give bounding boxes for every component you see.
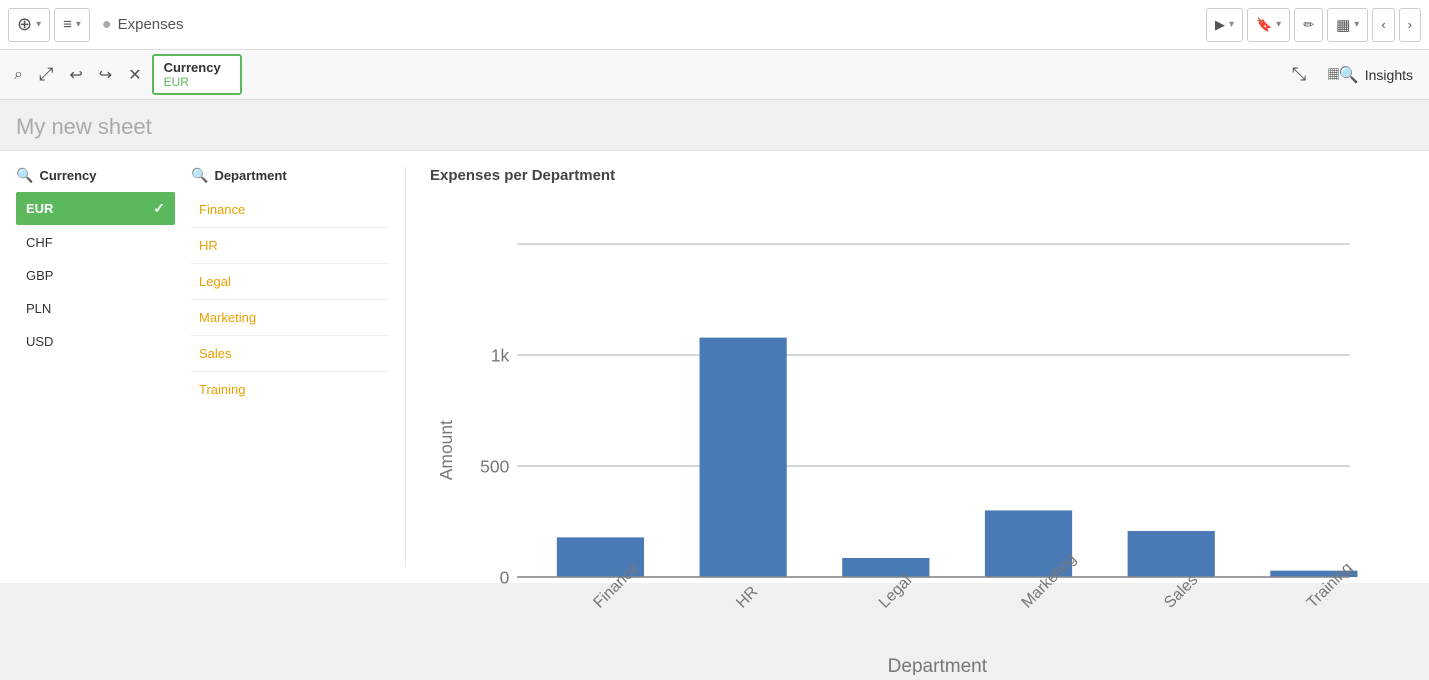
currency-label: EUR — [26, 201, 53, 216]
compass-icon: ⊕ — [17, 14, 32, 35]
nav-menu-button[interactable]: ≡ ▾ — [54, 8, 90, 42]
svg-text:1k: 1k — [491, 345, 510, 365]
filter-bar-left: ⌕ ⤢ ↩ ↪ ✕ Currency EUR — [8, 50, 1282, 99]
currency-label: USD — [26, 334, 53, 349]
smart-search-icon: ⌕ — [14, 66, 23, 83]
insights-label: Insights — [1365, 67, 1413, 83]
sheet-title-area: My new sheet — [0, 100, 1429, 151]
sheet-title: My new sheet — [16, 114, 152, 139]
nav-forward-button[interactable]: › — [1399, 8, 1421, 42]
department-label: Legal — [199, 274, 231, 289]
currency-search-icon: 🔍 — [16, 167, 33, 184]
edit-button[interactable]: ✏ — [1294, 8, 1323, 42]
top-toolbar: ⊕ ▾ ≡ ▾ ● Expenses ▶ ▾ 🔖 ▾ ✏ ▦ ▾ ‹ — [0, 0, 1429, 50]
filter-bar: ⌕ ⤢ ↩ ↪ ✕ Currency EUR ⤡ 𝄜🔍 Insights — [0, 50, 1429, 100]
department-item-hr[interactable]: HR — [191, 228, 389, 264]
present-button[interactable]: ▶ ▾ — [1206, 8, 1243, 42]
chart-type-chevron: ▾ — [1354, 19, 1359, 30]
app-icon: ● — [102, 16, 112, 34]
present-chevron: ▾ — [1229, 19, 1234, 30]
department-label: HR — [199, 238, 218, 253]
undo-icon: ↩ — [69, 67, 82, 84]
nav-menu-chevron: ▾ — [76, 19, 81, 30]
redo-button[interactable]: ↪ — [93, 61, 118, 89]
currency-panel-title: Currency — [39, 168, 96, 183]
department-label: Finance — [199, 202, 245, 217]
department-item-legal[interactable]: Legal — [191, 264, 389, 300]
bar-legal[interactable] — [842, 558, 929, 577]
currency-item-gbp[interactable]: GBP — [16, 260, 175, 291]
insights-icon: 𝄜🔍 — [1328, 65, 1359, 85]
svg-text:Amount: Amount — [436, 420, 456, 480]
department-search-icon: 🔍 — [191, 167, 208, 184]
present-icon: ▶ — [1215, 17, 1225, 33]
list-icon: ≡ — [63, 16, 72, 33]
check-icon: ✓ — [153, 200, 165, 217]
lasso-icon: ⤢ — [39, 64, 53, 84]
bar-hr[interactable] — [700, 338, 787, 577]
currency-item-pln[interactable]: PLN — [16, 293, 175, 324]
insights-button[interactable]: 𝄜🔍 Insights — [1320, 61, 1421, 89]
chart-container: Amount 0 500 1k — [430, 194, 1413, 675]
app-menu-chevron: ▾ — [36, 19, 41, 30]
department-panel: 🔍 Department Finance HR Legal Marketing Sale… — [191, 167, 406, 567]
currency-filter-chip[interactable]: Currency EUR — [152, 54, 242, 95]
nav-back-button[interactable]: ‹ — [1372, 8, 1394, 42]
department-item-training[interactable]: Training — [191, 372, 389, 407]
bookmark-chevron: ▾ — [1276, 19, 1281, 30]
chip-label: Currency — [164, 60, 230, 75]
redo-icon: ↪ — [99, 67, 112, 84]
smart-search-button[interactable]: ⌕ — [8, 62, 29, 88]
bar-sales[interactable] — [1128, 531, 1215, 577]
department-label: Sales — [199, 346, 232, 361]
currency-panel-header: 🔍 Currency — [16, 167, 175, 184]
filter-bar-right: ⤡ 𝄜🔍 Insights — [1286, 50, 1421, 99]
department-label: Training — [199, 382, 245, 397]
clear-icon: ✕ — [128, 67, 141, 84]
department-item-sales[interactable]: Sales — [191, 336, 389, 372]
svg-text:Legal: Legal — [876, 572, 915, 611]
bookmark-button[interactable]: 🔖 ▾ — [1247, 8, 1290, 42]
currency-item-eur[interactable]: EUR ✓ — [16, 192, 175, 225]
currency-label: CHF — [26, 235, 53, 250]
fullscreen-icon: ⤡ — [1292, 64, 1306, 84]
chart-icon: ▦ — [1336, 16, 1350, 34]
currency-item-chf[interactable]: CHF — [16, 227, 175, 258]
svg-text:500: 500 — [480, 456, 509, 476]
forward-icon: › — [1408, 17, 1412, 32]
lasso-button[interactable]: ⤢ — [33, 60, 59, 89]
undo-button[interactable]: ↩ — [63, 61, 88, 89]
department-label: Marketing — [199, 310, 256, 325]
chart-type-button[interactable]: ▦ ▾ — [1327, 8, 1368, 42]
currency-label: PLN — [26, 301, 51, 316]
app-menu-button[interactable]: ⊕ ▾ — [8, 8, 50, 42]
main-content: 🔍 Currency EUR ✓ CHF GBP PLN USD 🔍 Department… — [0, 151, 1429, 583]
currency-label: GBP — [26, 268, 53, 283]
toolbar-left: ⊕ ▾ ≡ ▾ ● Expenses — [8, 8, 183, 42]
chart-title: Expenses per Department — [430, 167, 1413, 184]
currency-panel: 🔍 Currency EUR ✓ CHF GBP PLN USD — [16, 167, 191, 567]
app-name-label: Expenses — [118, 16, 184, 33]
currency-item-usd[interactable]: USD — [16, 326, 175, 357]
toolbar-right: ▶ ▾ 🔖 ▾ ✏ ▦ ▾ ‹ › — [1206, 8, 1421, 42]
chip-value: EUR — [164, 75, 230, 89]
fullscreen-button[interactable]: ⤡ — [1286, 60, 1312, 89]
expenses-chart: Amount 0 500 1k — [430, 194, 1413, 675]
department-panel-title: Department — [214, 168, 286, 183]
svg-text:Training: Training — [1304, 559, 1356, 611]
back-icon: ‹ — [1381, 17, 1385, 32]
department-item-marketing[interactable]: Marketing — [191, 300, 389, 336]
app-title: ● Expenses — [102, 16, 184, 34]
bookmark-icon: 🔖 — [1256, 17, 1272, 33]
svg-text:HR: HR — [733, 583, 761, 611]
department-item-finance[interactable]: Finance — [191, 192, 389, 228]
clear-button[interactable]: ✕ — [122, 61, 147, 89]
svg-text:0: 0 — [500, 567, 510, 587]
department-list: Finance HR Legal Marketing Sales Training — [191, 192, 389, 407]
svg-text:Department: Department — [888, 656, 988, 674]
currency-list: EUR ✓ CHF GBP PLN USD — [16, 192, 175, 357]
department-panel-header: 🔍 Department — [191, 167, 389, 184]
pencil-icon: ✏ — [1303, 17, 1314, 33]
chart-area: Expenses per Department Amount 0 500 1k — [406, 167, 1413, 567]
